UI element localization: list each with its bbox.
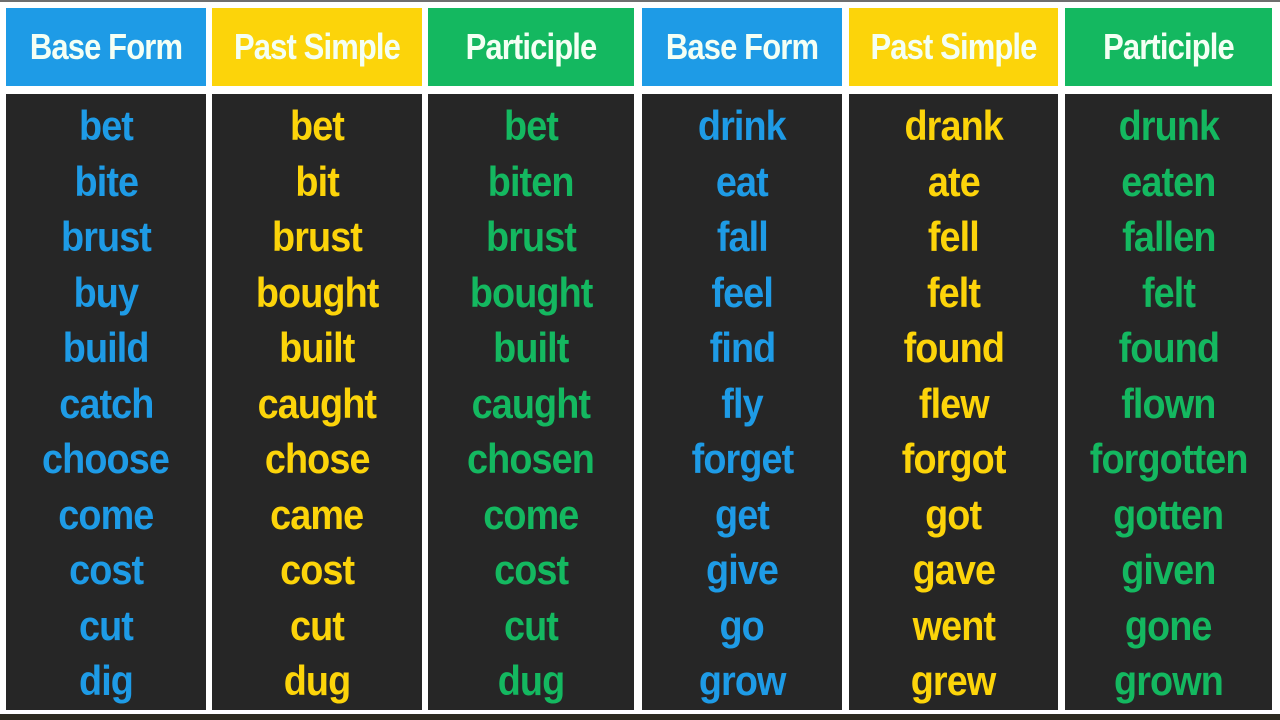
verb-past: cut (290, 601, 345, 649)
column-past-1: Past Simple bet bit brust bought built caught c… (212, 8, 422, 710)
verb-participle: come (483, 490, 579, 538)
verb-past: grew (911, 657, 997, 704)
verb-base: forget (691, 435, 794, 482)
verb-past: built (279, 324, 355, 371)
verb-participle: given (1121, 546, 1216, 593)
verb-base: get (715, 490, 770, 538)
verb-past: bet (290, 102, 345, 149)
column-header: Past Simple (849, 8, 1058, 86)
column-participle-2: Participle drunk eaten fallen felt found flown… (1065, 8, 1272, 710)
column-header: Base Form (642, 8, 842, 86)
verb-participle: cut (504, 601, 559, 649)
verb-participle: fallen (1121, 213, 1216, 260)
column-header-label: Participle (1103, 26, 1235, 67)
verb-base: build (63, 324, 150, 371)
column-header: Participle (428, 8, 634, 86)
verb-base: cut (79, 601, 134, 649)
verb-past: flew (918, 379, 990, 427)
verb-past: brust (272, 213, 363, 260)
column-header-label: Participle (465, 26, 598, 67)
bottom-border (0, 714, 1280, 720)
column-header-label: Base Form (29, 26, 183, 67)
verb-base: cost (68, 546, 144, 593)
verb-base: catch (58, 379, 154, 427)
word-list: bet bit brust bought built caught chose came cos… (212, 94, 422, 710)
column-header-label: Base Form (665, 26, 819, 67)
verb-past: bit (295, 157, 339, 205)
verb-participle: dug (497, 657, 565, 704)
verb-past: dug (283, 657, 351, 704)
verb-past: went (912, 601, 995, 649)
verb-participle: bought (469, 268, 594, 316)
verb-base: feel (711, 268, 773, 316)
column-header: Participle (1065, 8, 1272, 86)
verb-past: ate (927, 157, 981, 205)
verb-past: cost (279, 546, 355, 593)
verb-base: brust (61, 213, 152, 260)
verb-base: fall (716, 213, 768, 260)
verb-base: come (58, 490, 154, 538)
verb-past: gave (912, 546, 995, 593)
column-base-1: Base Form bet bite brust buy build catch choose… (6, 8, 206, 710)
word-list: drink eat fall feel find fly forget get give go gr… (642, 94, 842, 710)
verb-participle: grown (1114, 657, 1224, 704)
verb-past: fell (927, 213, 980, 260)
column-header-label: Past Simple (870, 26, 1037, 67)
column-header-label: Past Simple (233, 26, 401, 67)
verb-base: fly (721, 379, 763, 427)
verb-participle: cost (493, 546, 569, 593)
column-base-2: Base Form drink eat fall feel find fly forget ge… (642, 8, 842, 710)
verb-past: felt (926, 268, 981, 316)
verb-participle: found (1118, 324, 1219, 371)
verb-participle: flown (1121, 379, 1216, 427)
verb-base: eat (716, 157, 769, 205)
verb-participle: bet (504, 102, 559, 149)
verb-participle: biten (488, 157, 575, 205)
verb-base: bet (79, 102, 134, 149)
verb-past: got (925, 490, 982, 538)
verb-participle: eaten (1121, 157, 1216, 205)
verb-past: drank (904, 102, 1003, 149)
verb-participle: gone (1125, 601, 1213, 649)
verb-base: grow (698, 657, 787, 704)
verb-base: give (705, 546, 779, 593)
verb-participle: felt (1141, 268, 1196, 316)
verb-base: bite (74, 157, 139, 205)
verb-past: found (903, 324, 1004, 371)
verb-past: caught (257, 379, 377, 427)
verb-past: came (270, 490, 364, 538)
word-list: bet bite brust buy build catch choose come cost c… (6, 94, 206, 710)
verb-past: bought (255, 268, 380, 316)
column-past-2: Past Simple drank ate fell felt found flew forg… (849, 8, 1058, 710)
verb-participle: built (493, 324, 569, 371)
verb-base: buy (73, 268, 139, 316)
verb-base: dig (78, 657, 134, 704)
verb-participle: gotten (1113, 490, 1224, 538)
verb-past: forgot (901, 435, 1007, 482)
top-border (0, 0, 1280, 2)
verb-base: drink (698, 102, 787, 149)
word-list: drank ate fell felt found flew forgot got gave we… (849, 94, 1058, 710)
verb-participle: forgotten (1089, 435, 1249, 482)
verb-participle: chosen (467, 435, 596, 482)
word-list: drunk eaten fallen felt found flown forgotten g… (1065, 94, 1272, 710)
verb-participle: brust (486, 213, 577, 260)
column-header: Past Simple (212, 8, 422, 86)
column-header: Base Form (6, 8, 206, 86)
verb-past: chose (264, 435, 371, 482)
verb-base: choose (42, 435, 171, 482)
column-participle-1: Participle bet biten brust bought built caught… (428, 8, 634, 710)
verb-participle: drunk (1118, 102, 1219, 149)
verb-base: find (709, 324, 776, 371)
verb-participle: caught (471, 379, 591, 427)
word-list: bet biten brust bought built caught chosen come… (428, 94, 634, 710)
verb-base: go (719, 601, 765, 649)
